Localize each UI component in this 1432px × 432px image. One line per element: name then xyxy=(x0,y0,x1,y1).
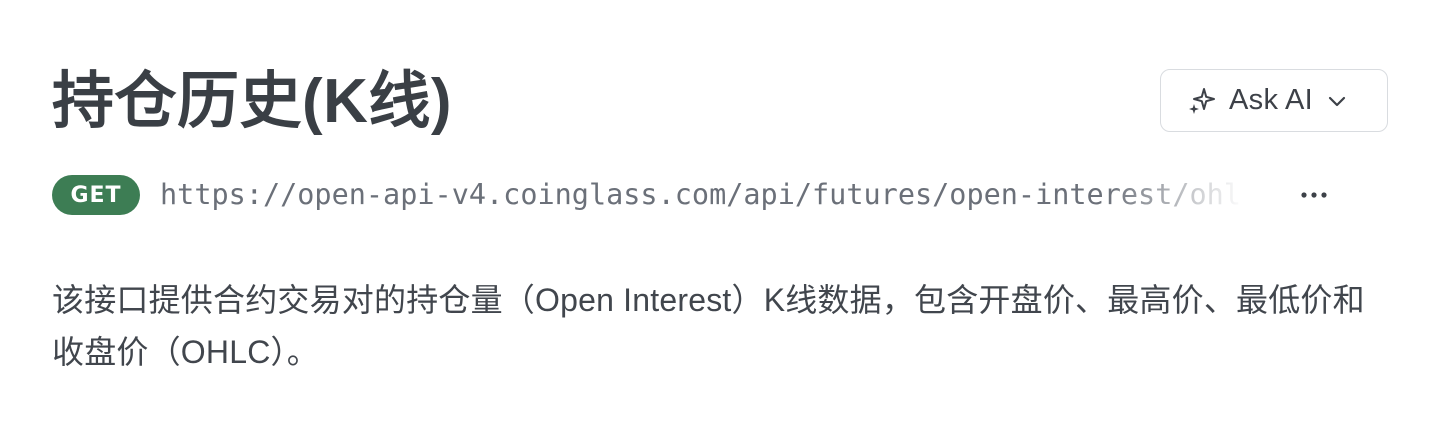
endpoint-description: 该接口提供合约交易对的持仓量（Open Interest）K线数据，包含开盘价、… xyxy=(52,282,1365,370)
method-badge: GET xyxy=(52,175,140,215)
page-title: 持仓历史(K线) xyxy=(52,67,453,136)
sparkle-icon xyxy=(1187,86,1217,116)
ask-ai-label: Ask AI xyxy=(1229,84,1313,116)
endpoint-url-container[interactable]: https://open-api-v4.coinglass.com/api/fu… xyxy=(160,174,1256,216)
ask-ai-button[interactable]: Ask AI xyxy=(1160,69,1388,132)
endpoint-row: GET https://open-api-v4.coinglass.com/ap… xyxy=(52,174,1352,216)
more-options-button[interactable] xyxy=(1294,174,1334,216)
chevron-down-icon xyxy=(1327,91,1347,111)
url-fade-overlay xyxy=(1106,174,1256,216)
more-horizontal-icon xyxy=(1300,186,1328,204)
endpoint-url[interactable]: https://open-api-v4.coinglass.com/api/fu… xyxy=(160,174,1256,216)
